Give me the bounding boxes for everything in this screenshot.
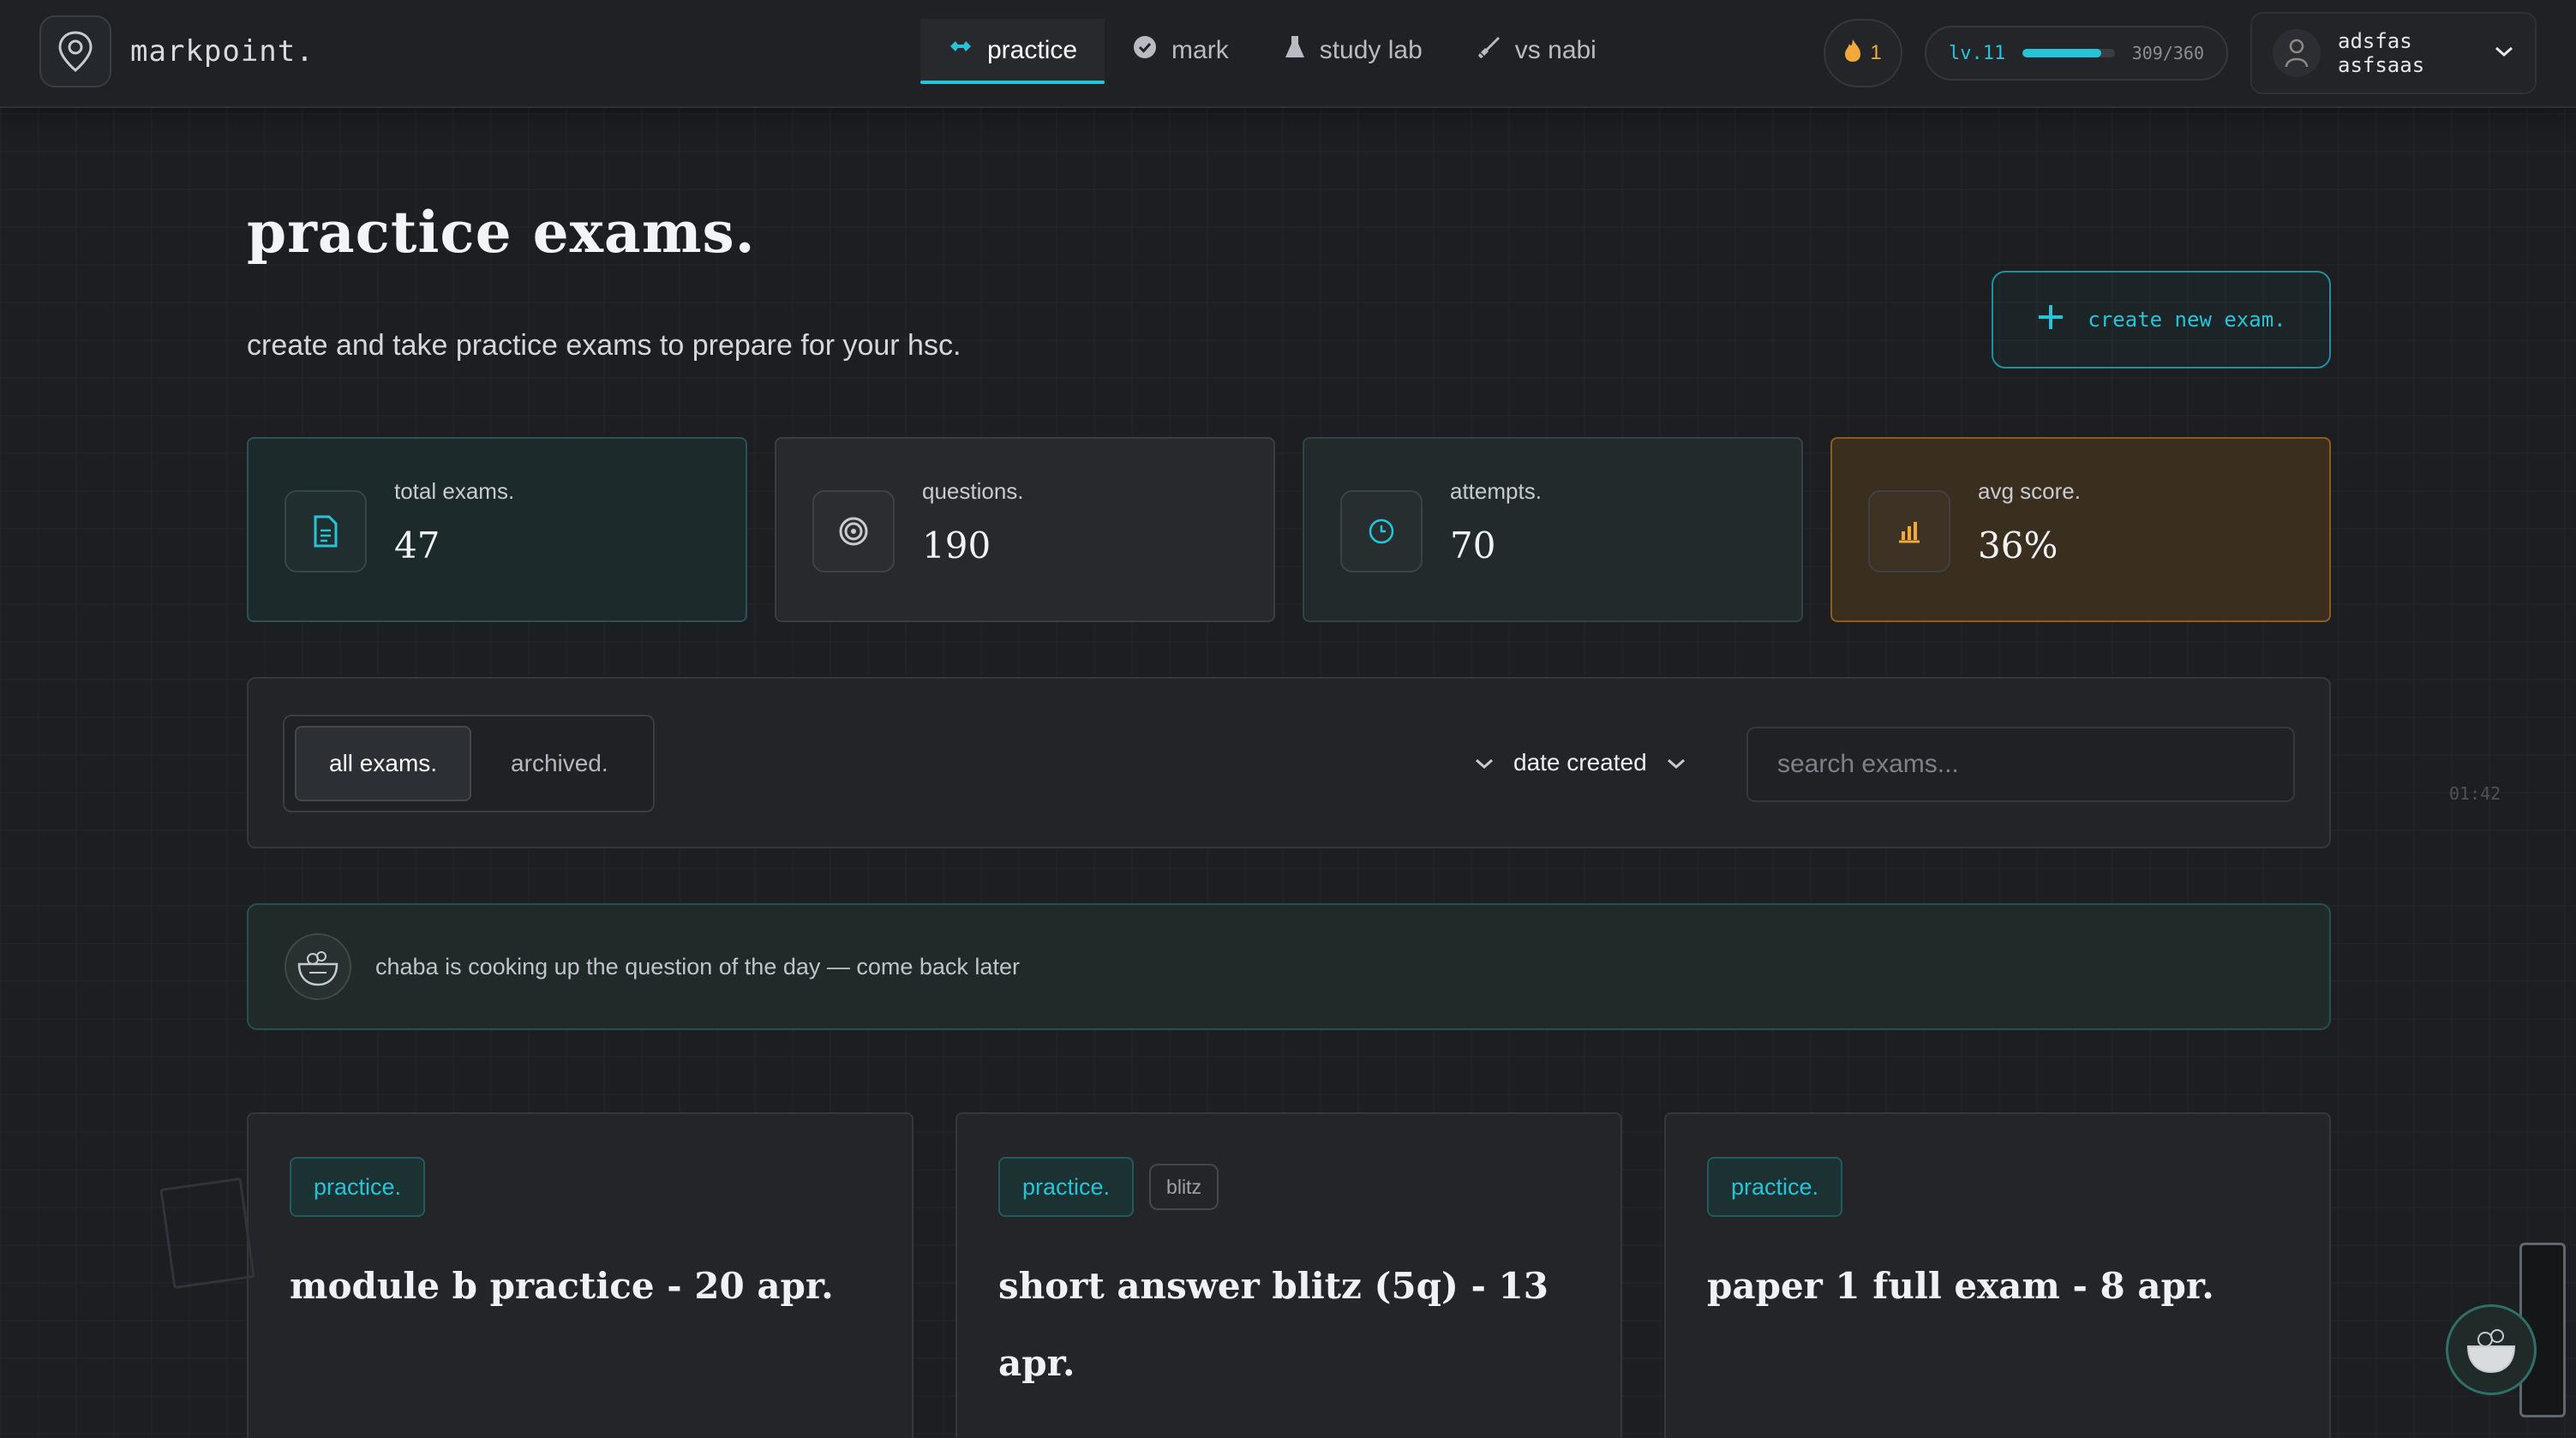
sort-dropdown[interactable]: date created [1474, 739, 1686, 787]
stat-label: questions. [922, 478, 1024, 504]
tab-study-lab[interactable]: study lab [1256, 19, 1450, 82]
streak-badge[interactable]: 1 [1824, 19, 1902, 87]
sort-direction-icon[interactable] [1474, 749, 1495, 776]
exam-card[interactable]: practice. blitz short answer blitz (5q) … [956, 1112, 1622, 1438]
sort-label: date created [1513, 749, 1647, 776]
stat-card-total-exams: total exams. 47 [247, 437, 747, 622]
xp-text: 309/360 [2131, 43, 2204, 63]
document-icon [285, 490, 367, 572]
page-subtitle: create and take practice exams to prepar… [247, 329, 962, 362]
stat-label: total exams. [394, 478, 515, 504]
streak-count: 1 [1870, 41, 1882, 64]
exam-tags: practice. [1707, 1157, 1843, 1217]
clock-icon [1340, 490, 1423, 572]
chevron-down-icon [2494, 45, 2514, 63]
tab-practice[interactable]: practice [920, 19, 1105, 84]
tab-label: study lab [1319, 36, 1423, 64]
check-circle-icon [1132, 34, 1158, 67]
create-exam-label: create new exam. [2088, 308, 2286, 332]
stat-label: avg score. [1978, 478, 2081, 504]
brand-name[interactable]: markpoint. [130, 34, 315, 69]
exam-tags: practice. blitz [998, 1157, 1219, 1217]
xp-progress-fill [2022, 49, 2102, 57]
flask-icon [1284, 34, 1306, 67]
top-navbar: markpoint. practice mark study lab vs na… [0, 0, 2576, 108]
exam-tags: practice. [290, 1157, 426, 1217]
create-exam-button[interactable]: create new exam. [1992, 271, 2331, 368]
avatar [2273, 29, 2321, 77]
tag-practice: practice. [290, 1157, 426, 1217]
tab-mark[interactable]: mark [1105, 19, 1256, 82]
tab-vs-nabi[interactable]: vs nabi [1450, 19, 1624, 82]
filter-all-exams[interactable]: all exams. [295, 726, 472, 801]
logo-icon[interactable] [39, 15, 111, 87]
chaba-mascot-button[interactable] [2446, 1304, 2537, 1395]
stat-value: 70 [1450, 524, 1496, 566]
level-progress[interactable]: lv.11 309/360 [1925, 26, 2228, 81]
exam-card[interactable]: practice. module b practice - 20 apr. [247, 1112, 914, 1438]
stat-value: 190 [922, 524, 991, 566]
exam-title: short answer blitz (5q) - 13 apr. [998, 1265, 1549, 1384]
bar-chart-icon [1868, 490, 1950, 572]
exam-title: paper 1 full exam - 8 apr. [1707, 1265, 2214, 1307]
gamepad-icon [948, 36, 973, 65]
filter-bar: all exams. archived. date created [247, 677, 2331, 848]
stat-label: attempts. [1450, 478, 1542, 504]
tag-practice: practice. [998, 1157, 1135, 1217]
user-menu[interactable]: adsfas asfsaas [2250, 12, 2537, 94]
stat-card-avg-score: avg score. 36% [1830, 437, 2331, 622]
exam-filter-toggle: all exams. archived. [283, 715, 655, 812]
search-input[interactable] [1746, 727, 2295, 802]
plus-icon [2036, 303, 2065, 337]
exam-card[interactable]: practice. paper 1 full exam - 8 apr. [1664, 1112, 2331, 1438]
tab-label: practice [987, 36, 1078, 64]
tag-practice: practice. [1707, 1157, 1843, 1217]
stat-card-attempts: attempts. 70 [1303, 437, 1803, 622]
username: adsfas asfsaas [2338, 29, 2425, 77]
session-timer: 01:42 [2449, 783, 2501, 804]
page-title: practice exams. [247, 199, 756, 266]
question-of-day-banner: chaba is cooking up the question of the … [247, 903, 2331, 1030]
stat-value: 36% [1978, 524, 2058, 566]
filter-archived[interactable]: archived. [478, 726, 641, 801]
main-nav: practice mark study lab vs nabi [920, 19, 1624, 84]
target-icon [812, 490, 895, 572]
stat-value: 47 [394, 524, 440, 566]
chaba-mascot-icon [285, 933, 351, 1000]
level-label: lv.11 [1949, 42, 2006, 64]
xp-progress-bar [2022, 49, 2115, 57]
flame-icon [1844, 39, 1861, 69]
tab-label: vs nabi [1514, 36, 1597, 64]
chevron-down-icon [1666, 749, 1686, 776]
stat-card-questions: questions. 190 [775, 437, 1275, 622]
sword-icon [1477, 35, 1501, 66]
decorative-square [159, 1177, 255, 1290]
tab-label: mark [1171, 36, 1229, 64]
tag-blitz: blitz [1149, 1164, 1219, 1210]
question-of-day-text: chaba is cooking up the question of the … [375, 953, 1020, 980]
exam-title: module b practice - 20 apr. [290, 1265, 834, 1307]
